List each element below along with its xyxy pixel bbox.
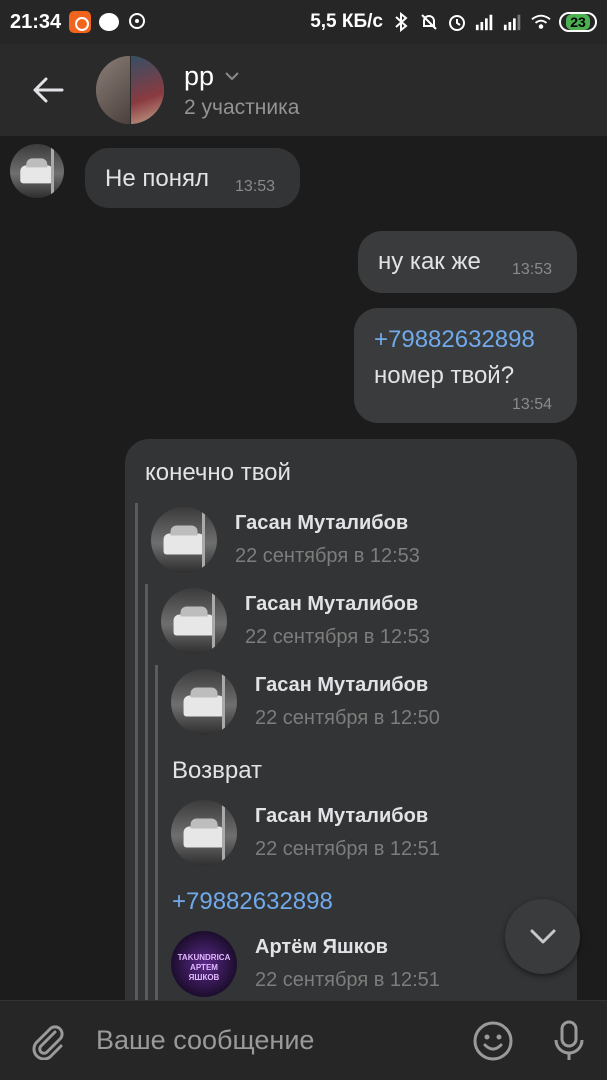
battery-indicator: 23 <box>559 12 597 32</box>
voice-message-button[interactable] <box>531 1001 607 1080</box>
forwarded-avatar <box>171 800 237 866</box>
forwarded-date: 22 сентября в 12:53 <box>235 545 420 567</box>
forward-bar <box>135 503 138 1000</box>
forwarded-author: Гасан Муталибов <box>245 593 419 615</box>
message-text: конечно твой <box>145 459 291 486</box>
signal-icon-1 <box>475 12 495 32</box>
forwarded-header[interactable]: Гасан Муталибов 22 сентября в 12:51 <box>171 800 440 866</box>
microphone-icon <box>554 1020 584 1060</box>
member-avatar-1 <box>96 56 130 124</box>
scroll-down-button[interactable] <box>505 899 580 974</box>
sender-avatar[interactable] <box>10 144 64 198</box>
chevron-down-icon <box>530 929 555 943</box>
forward-bar <box>155 665 158 1000</box>
forwarded-date: 22 сентября в 12:50 <box>255 707 440 729</box>
forwarded-date: 22 сентября в 12:53 <box>245 626 430 648</box>
signal-icon-2 <box>503 12 523 32</box>
message-time: 13:53 <box>512 261 553 278</box>
chat-title: рр <box>184 60 215 91</box>
forwarded-header[interactable]: TAKUNDRICA АРТЕМ ЯШКОВ Артём Яшков 22 се… <box>171 931 440 997</box>
status-bar: 21:34 5,5 КБ/с 23 <box>0 0 607 44</box>
chat-members-count: 2 участника <box>184 95 300 119</box>
avatar-logo-text: TAKUNDRICA АРТЕМ ЯШКОВ <box>177 953 231 982</box>
chevron-down-icon <box>225 72 239 81</box>
phone-link[interactable]: +79882632898 <box>374 326 535 354</box>
message-list[interactable]: Не понял 13:53 ну как же 13:53 +79882632… <box>0 136 607 1000</box>
arrow-left-icon <box>33 77 64 103</box>
forwarded-date: 22 сентября в 12:51 <box>255 969 440 991</box>
chat-notification-icon <box>99 13 120 31</box>
message-time: 13:54 <box>512 396 553 413</box>
message-text: ну как же <box>378 248 481 275</box>
message-input[interactable] <box>96 1025 455 1056</box>
chat-header: рр 2 участника <box>0 44 607 136</box>
status-time: 21:34 <box>10 10 62 33</box>
smiley-icon <box>473 1021 513 1060</box>
message-bubble[interactable]: конечно твой Гасан Муталибов 22 сентября… <box>125 439 577 1000</box>
forwarded-author: Гасан Муталибов <box>255 674 429 696</box>
battery-level: 23 <box>566 14 590 30</box>
forwarded-header[interactable]: Гасан Муталибов 22 сентября в 12:53 <box>161 588 430 654</box>
paperclip-icon <box>32 1024 64 1060</box>
forwarded-author: Гасан Муталибов <box>235 512 409 534</box>
app-notification-icon <box>69 11 92 33</box>
forwarded-text: Возврат <box>172 757 262 784</box>
message-bubble[interactable]: +79882632898 номер твой? 13:54 <box>354 308 577 423</box>
mute-bell-icon <box>419 12 439 32</box>
forward-bar <box>145 584 148 1000</box>
message-bubble[interactable]: ну как же 13:53 <box>358 231 577 293</box>
forwarded-header[interactable]: Гасан Муталибов 22 сентября в 12:53 <box>151 507 420 573</box>
member-avatar-2 <box>131 56 164 124</box>
emoji-button[interactable] <box>455 1001 531 1080</box>
forwarded-date: 22 сентября в 12:51 <box>255 838 440 860</box>
alarm-icon <box>447 12 467 32</box>
chat-title-block[interactable]: рр 2 участника <box>184 61 299 120</box>
message-time: 13:53 <box>235 178 276 195</box>
chat-avatar[interactable] <box>96 56 164 124</box>
network-speed: 5,5 КБ/с <box>310 11 383 32</box>
attach-button[interactable] <box>0 1001 96 1080</box>
wifi-icon <box>531 12 551 32</box>
bluetooth-icon <box>391 12 411 32</box>
message-composer <box>0 1000 607 1080</box>
forwarded-author: Артём Яшков <box>255 936 388 958</box>
message-text: Не понял <box>105 165 209 192</box>
message-text: номер твой? <box>374 362 515 389</box>
messenger-notification-icon <box>127 12 147 32</box>
phone-link[interactable]: +79882632898 <box>172 888 333 916</box>
forwarded-avatar: TAKUNDRICA АРТЕМ ЯШКОВ <box>171 931 237 997</box>
forwarded-avatar <box>171 669 237 735</box>
forwarded-header[interactable]: Гасан Муталибов 22 сентября в 12:50 <box>171 669 440 735</box>
forwarded-author: Гасан Муталибов <box>255 805 429 827</box>
back-button[interactable] <box>0 44 96 136</box>
forwarded-avatar <box>151 507 217 573</box>
message-bubble[interactable]: Не понял 13:53 <box>85 148 300 208</box>
forwarded-avatar <box>161 588 227 654</box>
